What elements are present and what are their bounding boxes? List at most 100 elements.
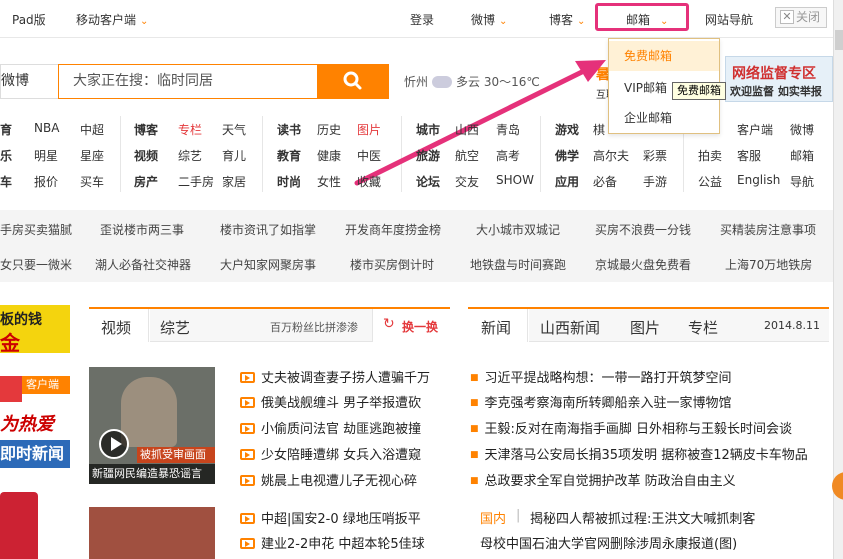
hot-topic-link[interactable]: 买房不浪费一分钱 (595, 221, 691, 238)
weather-widget[interactable]: 忻州 多云 30～16℃ (404, 72, 540, 90)
channel-link[interactable]: 二手房 (178, 173, 214, 190)
channel-link[interactable]: 微博 (790, 121, 814, 138)
channel-link[interactable]: NBA (34, 121, 59, 135)
search-input[interactable]: 大家正在搜：临时同居 (58, 64, 318, 99)
channel-link[interactable]: 高考 (496, 147, 520, 164)
channel-link[interactable]: 房产 (134, 173, 158, 190)
channel-link[interactable]: 家居 (222, 173, 246, 190)
channel-link[interactable]: 手游 (643, 173, 667, 190)
video-item[interactable]: 少女陪睡遭绑 女兵入浴遭窥 (240, 444, 421, 463)
hot-topic-link[interactable]: 买精装房注意事项 (720, 221, 816, 238)
tab-pictures[interactable]: 图片 (630, 317, 660, 338)
channel-link[interactable]: 导航 (790, 173, 814, 190)
channel-link[interactable]: 佛学 (555, 147, 579, 164)
dropdown-item-free-mail[interactable]: 免费邮箱 (609, 41, 719, 71)
channel-link[interactable]: 青岛 (496, 121, 520, 138)
left-banner-ad[interactable]: 板的钱 金 (0, 305, 70, 355)
video-item[interactable]: 姚晨上电视遭儿子无视心碎 (240, 470, 417, 489)
channel-link[interactable]: 旅游 (416, 147, 440, 164)
channel-link[interactable]: 论坛 (416, 173, 440, 190)
channel-link[interactable]: 乐 (0, 147, 12, 164)
video-item[interactable]: 小偷质问法官 劫匪逃跑被撞 (240, 418, 421, 437)
hot-topic-link[interactable]: 潮人必备社交神器 (95, 256, 191, 273)
close-button[interactable]: ✕ 关闭 (775, 7, 827, 28)
scroll-thumb[interactable] (835, 30, 843, 50)
news-category-tag[interactable]: 国内 (480, 508, 506, 527)
mobile-client-link[interactable]: 移动客户端 ⌄ (76, 11, 148, 28)
channel-link[interactable]: 必备 (593, 173, 617, 190)
hot-topic-link[interactable]: 大户知家网聚房事 (220, 256, 316, 273)
weibo-menu[interactable]: 微博 ⌄ (471, 11, 507, 28)
channel-link[interactable]: 棋 (593, 121, 605, 138)
channel-link[interactable]: 交友 (455, 173, 479, 190)
channel-link[interactable]: 教育 (277, 147, 301, 164)
refresh-button[interactable]: ↻ 换一换 (372, 309, 450, 342)
hot-topic-link[interactable]: 楼市资讯了如指掌 (220, 221, 316, 238)
channel-link[interactable]: 游戏 (555, 121, 579, 138)
tab-columns[interactable]: 专栏 (688, 317, 718, 338)
channel-link[interactable]: 客户端 (737, 121, 773, 138)
channel-link[interactable]: 历史 (317, 121, 341, 138)
search-type-tab[interactable]: 微博 (0, 64, 60, 99)
channel-link[interactable]: 航空 (455, 147, 479, 164)
hot-topic-link[interactable]: 大小城市双城记 (476, 221, 560, 238)
channel-link[interactable]: 中超 (80, 121, 104, 138)
video-item[interactable]: 俄美战舰缠斗 男子举报遭砍 (240, 392, 421, 411)
channel-link[interactable]: 时尚 (277, 173, 301, 190)
hot-topic-link[interactable]: 京城最火盘免费看 (595, 256, 691, 273)
channel-link[interactable]: 育 (0, 121, 12, 138)
tab-shanxi-news[interactable]: 山西新闻 (540, 317, 600, 338)
news-item[interactable]: ■ 天津落马公安局长捐35项发明 据称被查12辆皮卡车物品 (470, 444, 808, 463)
channel-link[interactable]: 买车 (80, 173, 104, 190)
video-item[interactable]: 建业2-2申花 中超本轮5佳球 (240, 533, 425, 552)
news-item[interactable]: ■ 李克强考察海南所转卿船亲入驻一家博物馆 (470, 392, 732, 411)
pad-link[interactable]: Pad版 (12, 11, 46, 28)
channel-link[interactable]: 博客 (134, 121, 158, 138)
channel-link[interactable]: 视频 (134, 147, 158, 164)
channel-link[interactable]: 育儿 (222, 147, 246, 164)
video-promo-link[interactable]: 百万粉丝比拼渗渗 (270, 319, 358, 335)
dropdown-item-enterprise-mail[interactable]: 企业邮箱 (609, 103, 719, 133)
channel-link[interactable]: 公益 (698, 173, 722, 190)
channel-link[interactable]: 明星 (34, 147, 58, 164)
app-ad[interactable]: 客户端 为热爱 即时新闻 (0, 370, 70, 470)
sports-thumbnail[interactable] (89, 507, 215, 559)
channel-link[interactable]: 邮箱 (790, 147, 814, 164)
channel-link[interactable]: 高尔夫 (593, 147, 629, 164)
hot-topic-link[interactable]: 楼市买房倒计时 (350, 256, 434, 273)
channel-link[interactable]: 健康 (317, 147, 341, 164)
news-item[interactable]: ■ 王毅:反对在南海指手画脚 日外相称与王毅长时间会谈 (470, 418, 792, 437)
video-item[interactable]: 丈夫被调查妻子捞人遭骗千万 (240, 367, 430, 386)
hot-topic-link[interactable]: 手房买卖猫腻 (0, 221, 72, 238)
channel-link[interactable]: 中医 (357, 147, 381, 164)
channel-link[interactable]: 专栏 (178, 121, 202, 138)
channel-link[interactable]: 图片 (357, 121, 381, 138)
channel-link[interactable]: 应用 (555, 173, 579, 190)
tab-news[interactable]: 新闻 (468, 309, 528, 342)
hot-topic-link[interactable]: 上海70万地铁房 (725, 256, 812, 273)
channel-link[interactable]: 星座 (80, 147, 104, 164)
news-headline[interactable]: 揭秘四人帮被抓过程:王洪文大喊抓刺客 (530, 508, 755, 527)
channel-link[interactable]: 读书 (277, 121, 301, 138)
channel-link[interactable]: 客服 (737, 147, 761, 164)
news-headline[interactable]: 母校中国石油大学官网删除涉周永康报道(图) (480, 533, 737, 552)
channel-link[interactable]: SHOW (496, 173, 534, 187)
search-button[interactable] (317, 64, 389, 99)
login-link[interactable]: 登录 (410, 11, 434, 28)
video-item[interactable]: 中超|国安2-0 绿地压哨扳平 (240, 508, 421, 527)
channel-link[interactable]: 天气 (222, 121, 246, 138)
hot-topic-link[interactable]: 开发商年度捞金榜 (345, 221, 441, 238)
site-nav-link[interactable]: 网站导航 (705, 11, 753, 28)
hot-topic-link[interactable]: 歪说楼市两三事 (100, 221, 184, 238)
channel-link[interactable]: 城市 (416, 121, 440, 138)
supervision-ad[interactable]: 网络监督专区 欢迎监督 如实举报 (725, 56, 833, 102)
channel-link[interactable]: 彩票 (643, 147, 667, 164)
tab-variety[interactable]: 综艺 (160, 317, 190, 338)
blog-menu[interactable]: 博客 ⌄ (549, 11, 585, 28)
channel-link[interactable]: 收藏 (357, 173, 381, 190)
hot-topic-link[interactable]: 地铁盘与时间赛跑 (470, 256, 566, 273)
news-item[interactable]: ■ 总政要求全军自觉拥护改革 防政治自由主义 (470, 470, 736, 489)
channel-link[interactable]: 女性 (317, 173, 341, 190)
channel-link[interactable]: English (737, 173, 780, 187)
tab-video[interactable]: 视频 (89, 309, 149, 342)
